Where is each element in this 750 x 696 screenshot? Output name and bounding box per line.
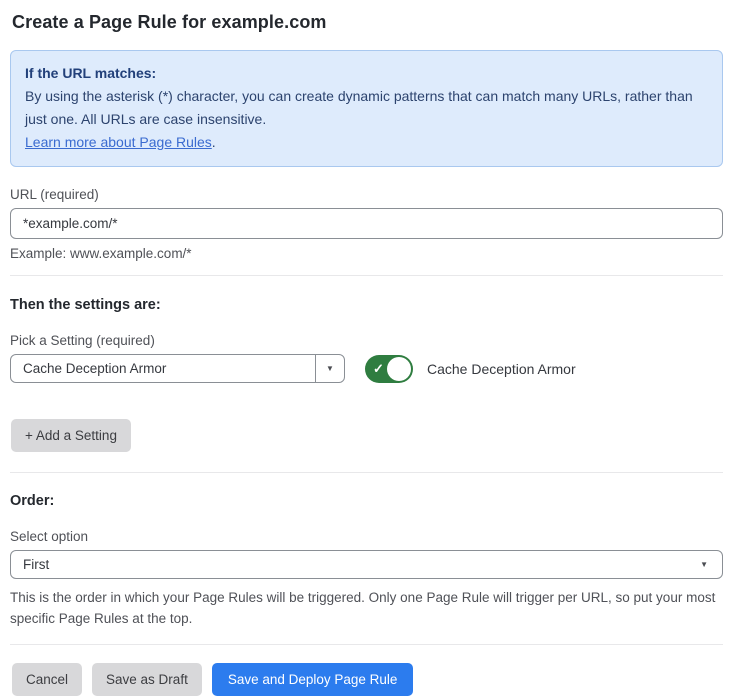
- divider: [10, 275, 723, 276]
- setting-select-arrow-button[interactable]: ▼: [315, 355, 344, 382]
- settings-section-heading: Then the settings are:: [10, 297, 723, 313]
- save-as-draft-button[interactable]: Save as Draft: [92, 663, 202, 696]
- divider: [10, 472, 723, 473]
- divider: [10, 644, 723, 645]
- url-match-info-box: If the URL matches: By using the asteris…: [10, 50, 723, 167]
- info-box-heading: If the URL matches:: [25, 62, 708, 85]
- footer-actions: Cancel Save as Draft Save and Deploy Pag…: [12, 663, 723, 696]
- url-example-hint: Example: www.example.com/*: [10, 246, 723, 261]
- setting-select-value: Cache Deception Armor: [11, 355, 315, 382]
- chevron-down-icon: ▼: [700, 561, 708, 569]
- toggle-label: Cache Deception Armor: [427, 361, 576, 377]
- order-description: This is the order in which your Page Rul…: [10, 587, 723, 629]
- create-page-rule-panel: Create a Page Rule for example.com If th…: [0, 0, 750, 696]
- order-select[interactable]: First ▼: [10, 550, 723, 579]
- page-title: Create a Page Rule for example.com: [12, 12, 723, 33]
- save-and-deploy-button[interactable]: Save and Deploy Page Rule: [212, 663, 414, 696]
- setting-toggle[interactable]: ✓: [365, 355, 413, 383]
- url-field-label: URL (required): [10, 187, 723, 202]
- url-input[interactable]: [10, 208, 723, 239]
- toggle-knob: [387, 357, 411, 381]
- order-select-value: First: [11, 551, 700, 578]
- check-icon: ✓: [373, 361, 384, 377]
- link-suffix: .: [212, 134, 216, 150]
- order-select-arrow: ▼: [700, 551, 722, 578]
- cancel-button[interactable]: Cancel: [12, 663, 82, 696]
- info-box-link-line: Learn more about Page Rules.: [25, 131, 708, 154]
- learn-more-link[interactable]: Learn more about Page Rules: [25, 134, 212, 150]
- setting-picker-label: Pick a Setting (required): [10, 333, 723, 348]
- setting-row: Cache Deception Armor ▼ ✓ Cache Deceptio…: [10, 354, 723, 383]
- chevron-down-icon: ▼: [326, 365, 334, 373]
- order-section-heading: Order:: [10, 493, 723, 509]
- setting-select[interactable]: Cache Deception Armor ▼: [10, 354, 345, 383]
- add-setting-button[interactable]: + Add a Setting: [11, 419, 131, 452]
- info-box-body: By using the asterisk (*) character, you…: [25, 85, 708, 131]
- order-select-label: Select option: [10, 529, 723, 544]
